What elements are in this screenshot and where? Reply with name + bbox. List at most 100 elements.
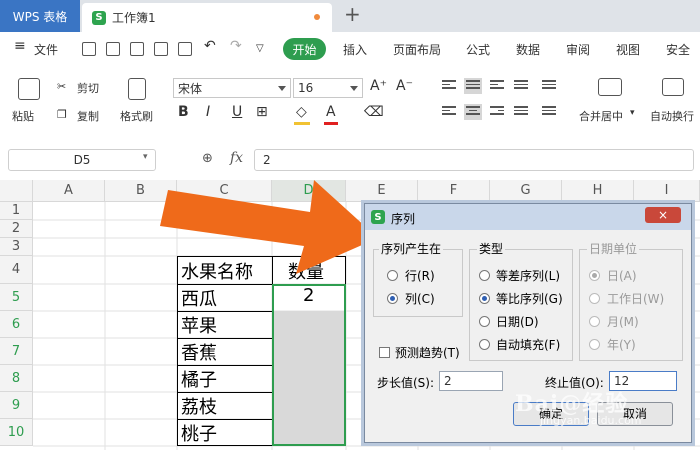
italic-button[interactable]: I [206,104,210,120]
border-icon[interactable]: ⊞ [256,104,268,120]
copy-button[interactable]: 复制 [77,108,99,124]
paste-icon[interactable] [18,78,40,100]
dialog-close-button[interactable]: × [645,207,681,223]
font-size-select[interactable]: 16 [293,78,363,98]
indent-icon[interactable] [512,78,530,94]
save-icon[interactable] [106,42,120,56]
tab-page-layout[interactable]: 页面布局 [393,41,441,58]
radio-columns[interactable] [387,293,398,304]
print-preview-icon[interactable] [130,42,144,56]
row-header-5[interactable]: 5 [0,284,33,311]
radio-day-label: 日(A) [607,269,637,283]
row-header-2[interactable]: 2 [0,220,33,238]
radio-month[interactable] [589,316,600,327]
row-header-1[interactable]: 1 [0,202,33,220]
bold-button[interactable]: B [178,104,189,120]
font-color-button[interactable]: A [326,104,336,120]
column-header-h[interactable]: H [562,180,634,202]
fruit-cell[interactable]: 香蕉 [181,339,217,365]
wrap-text-button[interactable]: 自动换行 [650,108,694,124]
ribbon-toolbar: 粘贴 ✂ 剪切 ❐ 复制 格式刷 宋体 16 A⁺ A⁻ B I U ⊞ ◇ A… [0,66,700,141]
paste-button[interactable]: 粘贴 [12,108,34,124]
outdent-icon[interactable] [540,78,558,94]
row-header-9[interactable]: 9 [0,392,33,419]
radio-weekday[interactable] [589,293,600,304]
tab-view[interactable]: 视图 [616,41,640,58]
radio-growth[interactable] [479,293,490,304]
font-size-value: 16 [298,81,314,95]
trend-checkbox[interactable] [379,347,390,358]
new-tab-button[interactable]: + [344,2,361,26]
hamburger-icon[interactable]: ≡ [14,38,26,54]
align-middle-icon[interactable] [464,78,482,94]
clear-format-icon[interactable]: ⌫ [364,104,384,120]
shrink-font-button[interactable]: A⁻ [396,78,413,94]
unsaved-dot-icon [314,14,320,20]
align-bottom-icon[interactable] [488,78,506,94]
column-header-i[interactable]: I [634,180,700,202]
dialog-title: 序列 [391,212,416,226]
merge-center-button[interactable]: 合并居中 [579,108,623,124]
fruit-cell[interactable]: 荔枝 [181,393,217,419]
font-name-select[interactable]: 宋体 [173,78,291,98]
document-tab[interactable]: S 工作簿1 [82,3,332,32]
chevron-down-icon[interactable]: ▽ [256,43,264,54]
name-box[interactable]: D5 [8,149,156,171]
fruit-cell[interactable]: 橘子 [181,366,217,392]
redo-icon[interactable]: ↷ [230,38,242,54]
row-header-7[interactable]: 7 [0,338,33,365]
date-unit-label: 日期单位 [587,240,640,257]
row-header-4[interactable]: 4 [0,256,33,284]
radio-rows[interactable] [387,270,398,281]
radio-date[interactable] [479,316,490,327]
cut-button[interactable]: 剪切 [77,80,99,96]
radio-month-label: 月(M) [607,315,639,329]
row-header-8[interactable]: 8 [0,365,33,392]
underline-button[interactable]: U [232,104,242,120]
column-header-g[interactable]: G [490,180,562,202]
row-header-3[interactable]: 3 [0,238,33,256]
preview-icon[interactable] [178,42,192,56]
fill-color-icon[interactable]: ◇ [296,104,307,120]
format-painter-button[interactable]: 格式刷 [120,108,153,124]
tab-insert[interactable]: 插入 [343,41,367,58]
row-header-6[interactable]: 6 [0,311,33,338]
column-header-a[interactable]: A [33,180,105,202]
row-header-10[interactable]: 10 [0,419,33,446]
radio-linear[interactable] [479,270,490,281]
radio-day[interactable] [589,270,600,281]
distribute-icon[interactable] [540,104,558,120]
tab-security[interactable]: 安全 [666,41,690,58]
justify-icon[interactable] [512,104,530,120]
align-center-icon[interactable] [464,104,482,120]
app-tab[interactable]: WPS 表格 [0,0,80,32]
align-top-icon[interactable] [440,78,458,94]
tab-formulas[interactable]: 公式 [466,41,490,58]
align-right-icon[interactable] [488,104,506,120]
grow-font-button[interactable]: A⁺ [370,78,387,94]
radio-year[interactable] [589,339,600,350]
radio-autofill[interactable] [479,339,490,350]
tab-start[interactable]: 开始 [283,38,326,60]
step-input[interactable]: 2 [439,371,503,391]
undo-icon[interactable]: ↶ [204,38,216,54]
fruit-cell[interactable]: 苹果 [181,312,217,338]
file-menu[interactable]: 文件 [34,41,58,58]
radio-date-label: 日期(D) [496,315,539,329]
tab-data[interactable]: 数据 [516,41,540,58]
open-folder-icon[interactable] [82,42,96,56]
wrap-text-icon[interactable] [662,78,684,96]
fruit-cell[interactable]: 桃子 [181,420,217,446]
select-all-corner[interactable] [0,180,33,202]
tab-review[interactable]: 审阅 [566,41,590,58]
name-box-chevron-icon[interactable]: ▾ [143,152,148,162]
trend-label: 预测趋势(T) [395,346,460,360]
column-header-f[interactable]: F [418,180,490,202]
app-tab-label: WPS 表格 [12,9,68,24]
merge-center-icon[interactable] [598,78,622,96]
merge-chevron-icon[interactable]: ▾ [630,108,635,118]
format-painter-icon[interactable] [128,78,146,100]
radio-weekday-label: 工作日(W) [607,292,665,306]
align-left-icon[interactable] [440,104,458,120]
print-icon[interactable] [154,42,168,56]
